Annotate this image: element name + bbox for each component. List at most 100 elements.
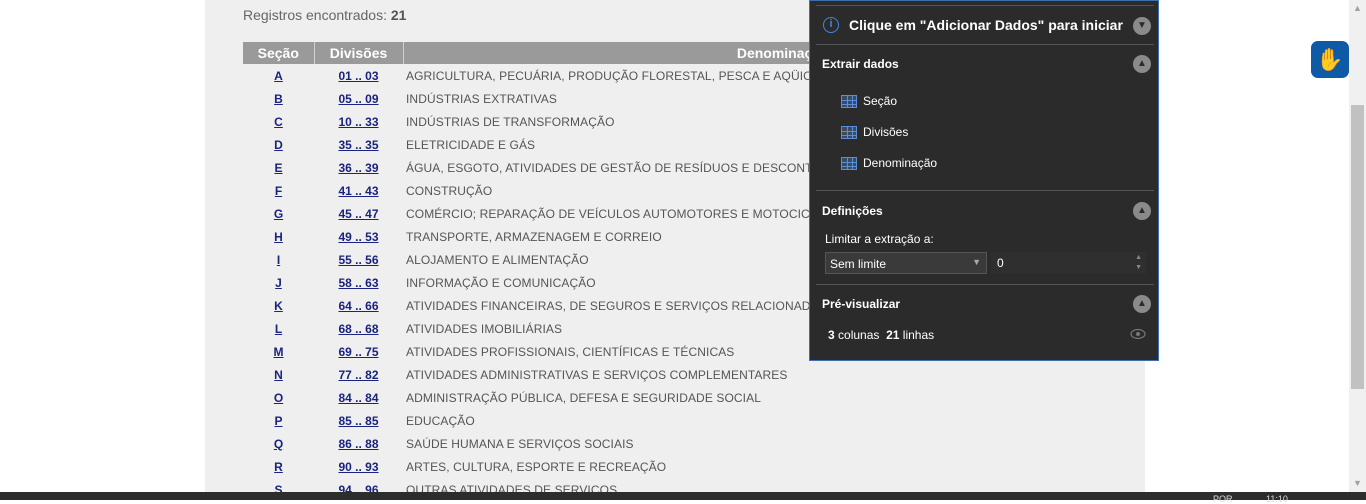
info-icon: i — [823, 17, 839, 33]
preview-summary: 3 colunas 21 linhas — [828, 328, 934, 342]
limit-number-value: 0 — [997, 256, 1004, 270]
cell-divisoes: 86 .. 88 — [314, 432, 403, 455]
secao-link[interactable]: J — [275, 276, 282, 290]
secao-link[interactable]: S — [274, 483, 282, 493]
preview-rows-label: linhas — [902, 328, 935, 342]
preview-cols-count: 3 — [828, 328, 835, 342]
secao-link[interactable]: M — [274, 345, 284, 359]
cell-divisoes: 69 .. 75 — [314, 340, 403, 363]
secao-link[interactable]: Q — [274, 437, 283, 451]
preview-rows-count: 21 — [886, 328, 900, 342]
divisoes-link[interactable]: 64 .. 66 — [338, 299, 378, 313]
secao-link[interactable]: I — [277, 253, 280, 267]
secao-link[interactable]: C — [274, 115, 283, 129]
secao-link[interactable]: P — [274, 414, 282, 428]
divisoes-link[interactable]: 90 .. 93 — [338, 460, 378, 474]
cell-secao: I — [243, 248, 314, 271]
settings-section-title: Definições — [822, 204, 883, 218]
scroll-down-arrow-icon[interactable]: ▼ — [1349, 475, 1366, 492]
secao-link[interactable]: O — [274, 391, 283, 405]
secao-link[interactable]: G — [274, 207, 283, 221]
header-secao[interactable]: Seção — [243, 42, 315, 64]
divisoes-link[interactable]: 69 .. 75 — [338, 345, 378, 359]
scroll-up-arrow-icon[interactable]: ▲ — [1349, 0, 1366, 17]
taskbar-language[interactable]: POR — [1213, 494, 1233, 504]
cell-divisoes: 05 .. 09 — [314, 87, 403, 110]
cell-denominacao: ATIVIDADES ADMINISTRATIVAS E SERVIÇOS CO… — [406, 367, 788, 382]
records-count: Registros encontrados: 21 — [243, 7, 406, 23]
secao-link[interactable]: N — [274, 368, 283, 382]
preview-collapse-chevron-up-icon[interactable]: ▲ — [1133, 295, 1151, 313]
divisoes-link[interactable]: 77 .. 82 — [338, 368, 378, 382]
secao-link[interactable]: H — [274, 230, 283, 244]
vlibras-hands-icon[interactable]: ✋ — [1311, 41, 1349, 78]
table-grid-icon — [841, 126, 857, 139]
table-row: P 85 .. 85 EDUCAÇÃO — [243, 409, 1145, 432]
cell-divisoes: 01 .. 03 — [314, 64, 403, 87]
secao-link[interactable]: L — [275, 322, 282, 336]
limit-select-value: Sem limite — [830, 257, 887, 271]
cell-divisoes: 68 .. 68 — [314, 317, 403, 340]
cell-secao: C — [243, 110, 314, 133]
divisoes-link[interactable]: 94 .. 96 — [338, 483, 378, 493]
cell-divisoes: 58 .. 63 — [314, 271, 403, 294]
divisoes-link[interactable]: 58 .. 63 — [338, 276, 378, 290]
table-row: N 77 .. 82 ATIVIDADES ADMINISTRATIVAS E SE… — [243, 363, 1145, 386]
table-row: Q 86 .. 88 SAÚDE HUMANA E SERVIÇOS SOCIAIS — [243, 432, 1145, 455]
secao-link[interactable]: R — [274, 460, 283, 474]
eye-icon[interactable] — [1130, 328, 1146, 340]
cell-divisoes: 35 .. 35 — [314, 133, 403, 156]
taskbar-clock[interactable]: 11:10 — [1266, 494, 1288, 504]
divisoes-link[interactable]: 35 .. 35 — [338, 138, 378, 152]
table-row: R 90 .. 93 ARTES, CULTURA, ESPORTE E RECRE… — [243, 455, 1145, 478]
secao-link[interactable]: E — [274, 161, 282, 175]
divisoes-link[interactable]: 05 .. 09 — [338, 92, 378, 106]
cell-denominacao: ARTES, CULTURA, ESPORTE E RECREAÇÃO — [406, 459, 667, 474]
divisoes-link[interactable]: 84 .. 84 — [338, 391, 378, 405]
cell-secao: G — [243, 202, 314, 225]
cell-secao: B — [243, 87, 314, 110]
extract-section-title: Extrair dados — [822, 57, 899, 71]
spin-up-icon[interactable]: ▲ — [1135, 254, 1142, 261]
cell-secao: Q — [243, 432, 314, 455]
chevron-down-icon[interactable]: ▼ — [1133, 17, 1151, 35]
secao-link[interactable]: D — [274, 138, 283, 152]
table-grid-icon — [841, 95, 857, 108]
divisoes-link[interactable]: 86 .. 88 — [338, 437, 378, 451]
divisoes-link[interactable]: 45 .. 47 — [338, 207, 378, 221]
divisoes-link[interactable]: 85 .. 85 — [338, 414, 378, 428]
field-label: Divisões — [863, 125, 909, 139]
table-row: S 94 .. 96 OUTRAS ATIVIDADES DE SERVIÇOS — [243, 478, 1145, 493]
secao-link[interactable]: K — [274, 299, 283, 313]
divisoes-link[interactable]: 36 .. 39 — [338, 161, 378, 175]
secao-link[interactable]: F — [275, 184, 282, 198]
cell-secao: E — [243, 156, 314, 179]
header-divisoes[interactable]: Divisões — [314, 42, 404, 64]
dropdown-arrow-icon: ▼ — [972, 257, 981, 267]
divisoes-link[interactable]: 41 .. 43 — [338, 184, 378, 198]
divisoes-link[interactable]: 49 .. 53 — [338, 230, 378, 244]
cell-denominacao: SAÚDE HUMANA E SERVIÇOS SOCIAIS — [406, 436, 634, 451]
data-extraction-panel: i Clique em "Adicionar Dados" para inici… — [809, 0, 1159, 361]
divisoes-link[interactable]: 10 .. 33 — [338, 115, 378, 129]
cell-divisoes: 94 .. 96 — [314, 478, 403, 493]
records-label: Registros encontrados: — [243, 7, 387, 23]
cell-divisoes: 85 .. 85 — [314, 409, 403, 432]
divisoes-link[interactable]: 55 .. 56 — [338, 253, 378, 267]
cell-secao: D — [243, 133, 314, 156]
cell-secao: S — [243, 478, 314, 493]
table-grid-icon — [841, 157, 857, 170]
settings-collapse-chevron-up-icon[interactable]: ▲ — [1133, 202, 1151, 220]
secao-link[interactable]: A — [274, 69, 283, 83]
cell-divisoes: 41 .. 43 — [314, 179, 403, 202]
secao-link[interactable]: B — [274, 92, 283, 106]
divisoes-link[interactable]: 01 .. 03 — [338, 69, 378, 83]
limit-number-input[interactable]: 0 ▲ ▼ — [991, 252, 1146, 274]
limit-select[interactable]: Sem limite ▼ — [825, 252, 987, 274]
extract-collapse-chevron-up-icon[interactable]: ▲ — [1133, 55, 1151, 73]
cell-divisoes: 64 .. 66 — [314, 294, 403, 317]
spin-down-icon[interactable]: ▼ — [1135, 264, 1142, 271]
divisoes-link[interactable]: 68 .. 68 — [338, 322, 378, 336]
scrollbar-thumb[interactable] — [1351, 105, 1364, 389]
panel-header-title: Clique em "Adicionar Dados" para iniciar — [849, 17, 1123, 33]
